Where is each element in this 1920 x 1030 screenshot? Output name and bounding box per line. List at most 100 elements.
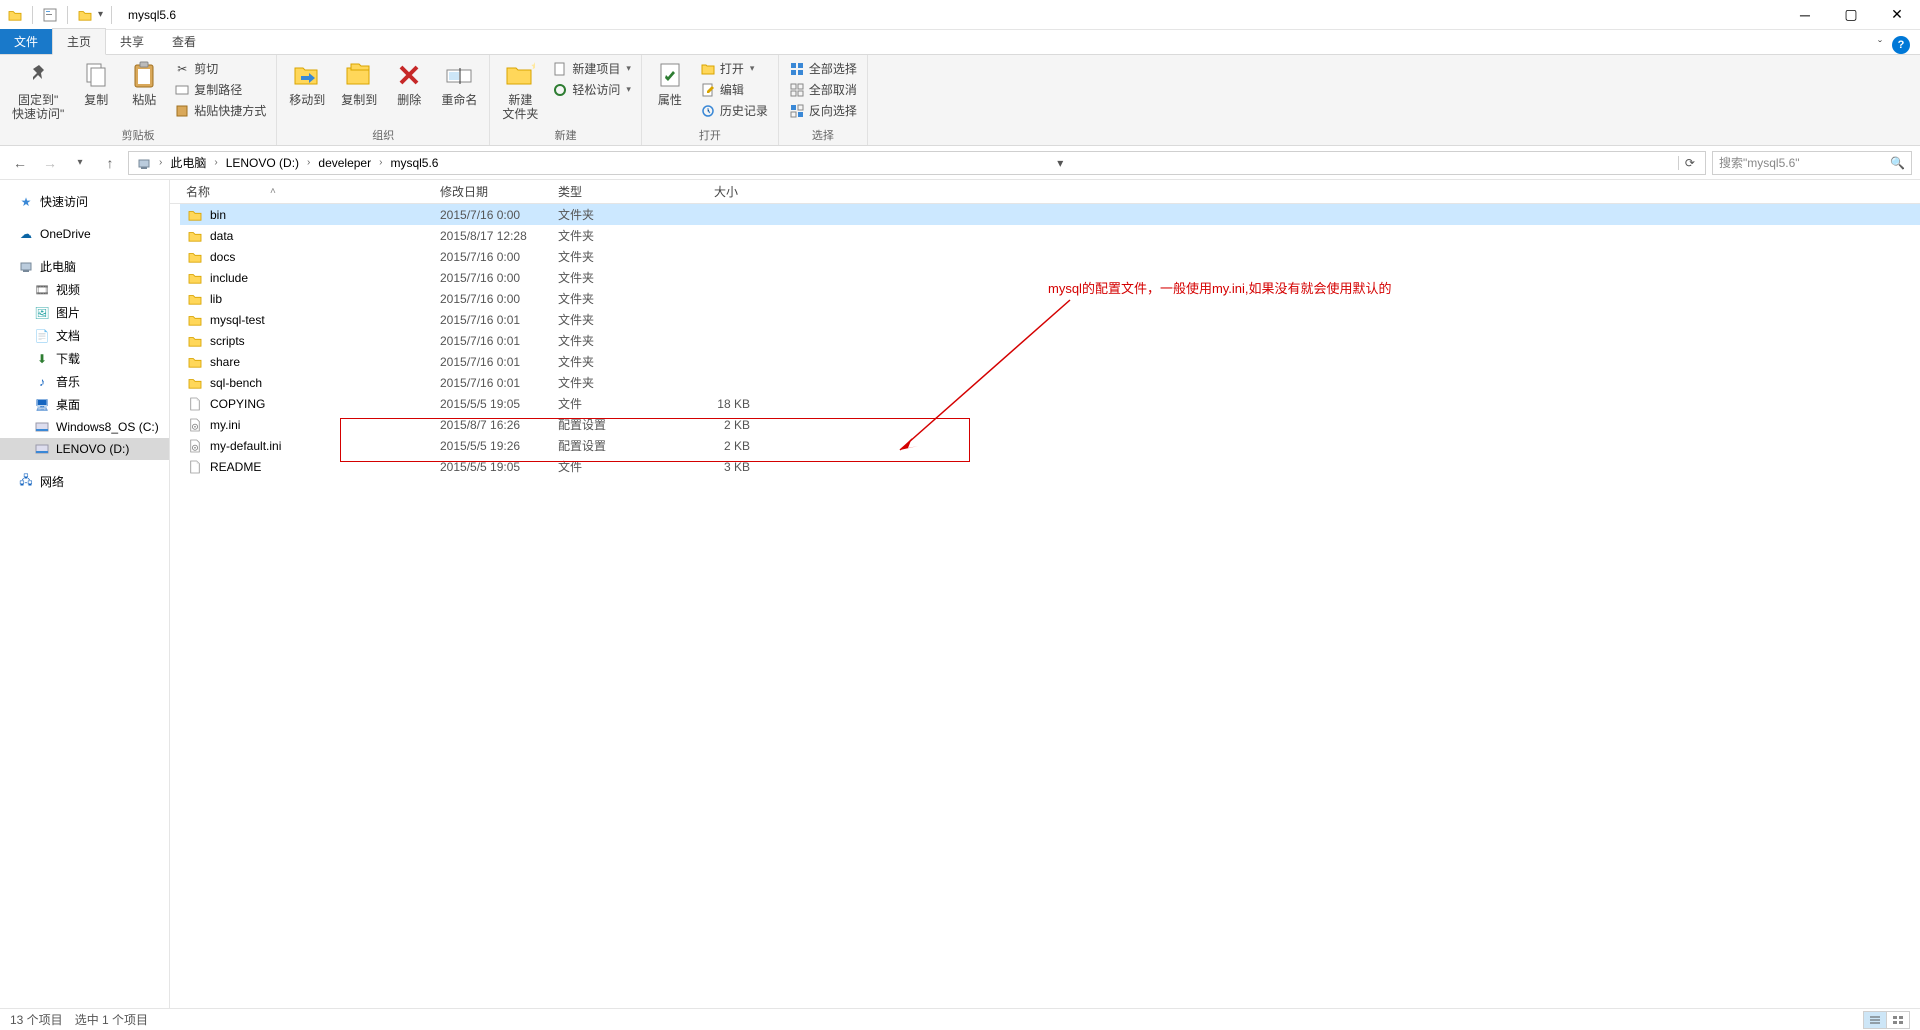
newfolder-button[interactable]: 新建 文件夹: [496, 57, 544, 124]
rename-button[interactable]: 重命名: [435, 57, 483, 109]
history-button[interactable]: 历史记录: [696, 101, 772, 120]
sidebar-network[interactable]: 🖧网络: [0, 470, 169, 493]
file-type: 配置设置: [558, 416, 670, 433]
recent-dropdown[interactable]: ▾: [68, 151, 92, 175]
file-row[interactable]: mysql-test2015/7/16 0:01文件夹: [180, 309, 1920, 330]
copy-button[interactable]: 复制: [74, 57, 118, 109]
minimize-button[interactable]: ─: [1782, 0, 1828, 30]
paste-label: 粘贴: [132, 93, 156, 107]
file-row[interactable]: scripts2015/7/16 0:01文件夹: [180, 330, 1920, 351]
file-row[interactable]: README2015/5/5 19:05文件3 KB: [180, 456, 1920, 477]
copypath-button[interactable]: 复制路径: [170, 80, 270, 99]
separator: [32, 6, 33, 24]
view-largeicons-button[interactable]: [1886, 1011, 1910, 1029]
file-row[interactable]: data2015/8/17 12:28文件夹: [180, 225, 1920, 246]
breadcrumb-seg[interactable]: LENOVO (D:): [222, 154, 303, 172]
file-size: 2 KB: [670, 439, 750, 453]
download-icon: ⬇: [34, 351, 50, 367]
sidebar-quickaccess[interactable]: ★快速访问: [0, 190, 169, 213]
search-input[interactable]: 搜索"mysql5.6" 🔍: [1712, 151, 1912, 175]
sidebar-videos[interactable]: 🎞视频: [0, 278, 169, 301]
file-date: 2015/5/5 19:05: [440, 397, 558, 411]
close-button[interactable]: ✕: [1874, 0, 1920, 30]
breadcrumb-seg[interactable]: mysql5.6: [386, 154, 442, 172]
annotation-text: mysql的配置文件，一般使用my.ini,如果没有就会使用默认的: [1048, 278, 1392, 297]
tab-share[interactable]: 共享: [106, 29, 158, 54]
help-icon[interactable]: ?: [1892, 36, 1910, 54]
open-button[interactable]: 打开▾: [696, 59, 772, 78]
pin-quickaccess-button[interactable]: 固定到" 快速访问": [6, 57, 70, 124]
sidebar-documents[interactable]: 📄文档: [0, 324, 169, 347]
file-name: bin: [210, 208, 440, 222]
file-name: docs: [210, 250, 440, 264]
sidebar-downloads[interactable]: ⬇下载: [0, 347, 169, 370]
file-row[interactable]: bin2015/7/16 0:00文件夹: [180, 204, 1920, 225]
file-row[interactable]: my.ini2015/8/7 16:26配置设置2 KB: [180, 414, 1920, 435]
sidebar-music[interactable]: ♪音乐: [0, 370, 169, 393]
delete-icon: [393, 59, 425, 91]
col-size[interactable]: 大小: [664, 183, 744, 200]
view-details-button[interactable]: [1863, 1011, 1887, 1029]
delete-button[interactable]: 删除: [387, 57, 431, 109]
breadcrumb-seg[interactable]: 此电脑: [166, 152, 210, 173]
chevron-right-icon[interactable]: ›: [157, 157, 164, 168]
properties-button[interactable]: 属性: [648, 57, 692, 109]
moveto-button[interactable]: 移动到: [283, 57, 331, 109]
breadcrumb-seg[interactable]: develeper: [314, 154, 375, 172]
chevron-right-icon[interactable]: ›: [212, 157, 219, 168]
col-date[interactable]: 修改日期: [434, 183, 552, 200]
file-row[interactable]: COPYING2015/5/5 19:05文件18 KB: [180, 393, 1920, 414]
ribbon-group-clipboard: 固定到" 快速访问" 复制 粘贴 ✂剪切 复制路径 粘贴快捷方式 剪贴板: [0, 55, 277, 145]
chevron-right-icon[interactable]: ›: [305, 157, 312, 168]
folder-icon: [186, 228, 204, 244]
sidebar-thispc[interactable]: 此电脑: [0, 255, 169, 278]
file-list: bin2015/7/16 0:00文件夹data2015/8/17 12:28文…: [170, 204, 1920, 477]
folder-icon: [186, 291, 204, 307]
sidebar-onedrive[interactable]: ☁OneDrive: [0, 223, 169, 245]
col-name[interactable]: 名称˄: [180, 183, 434, 200]
selectnone-button[interactable]: 全部取消: [785, 80, 861, 99]
sidebar-win8[interactable]: Windows8_OS (C:): [0, 416, 169, 438]
sidebar-desktop[interactable]: 🖥桌面: [0, 393, 169, 416]
forward-button[interactable]: →: [38, 151, 62, 175]
addr-root-icon[interactable]: [133, 154, 155, 172]
qat-properties-icon[interactable]: [41, 6, 59, 24]
chevron-right-icon[interactable]: ›: [377, 157, 384, 168]
easyaccess-button[interactable]: 轻松访问▾: [548, 80, 635, 99]
sidebar-pictures[interactable]: 🖼图片: [0, 301, 169, 324]
newitem-button[interactable]: 新建项目▾: [548, 59, 635, 78]
separator: [67, 6, 68, 24]
file-row[interactable]: sql-bench2015/7/16 0:01文件夹: [180, 372, 1920, 393]
tab-view[interactable]: 查看: [158, 29, 210, 54]
tab-file[interactable]: 文件: [0, 29, 52, 54]
address-bar[interactable]: › 此电脑 › LENOVO (D:) › develeper › mysql5…: [128, 151, 1706, 175]
status-count: 13 个项目: [10, 1011, 63, 1028]
qat-dropdown-icon[interactable]: ▾: [98, 9, 103, 20]
edit-button[interactable]: 编辑: [696, 80, 772, 99]
file-type: 文件: [558, 395, 670, 412]
file-size: 3 KB: [670, 460, 750, 474]
maximize-button[interactable]: ▢: [1828, 0, 1874, 30]
star-icon: ★: [18, 194, 34, 210]
sidebar-lenovo[interactable]: LENOVO (D:): [0, 438, 169, 460]
tab-home[interactable]: 主页: [52, 28, 106, 55]
file-row[interactable]: share2015/7/16 0:01文件夹: [180, 351, 1920, 372]
status-bar: 13 个项目 选中 1 个项目: [0, 1008, 1920, 1030]
pasteshortcut-button[interactable]: 粘贴快捷方式: [170, 101, 270, 120]
invert-button[interactable]: 反向选择: [785, 101, 861, 120]
copyto-button[interactable]: 复制到: [335, 57, 383, 109]
search-icon[interactable]: 🔍: [1890, 156, 1905, 170]
properties-label: 属性: [658, 93, 682, 107]
file-row[interactable]: my-default.ini2015/5/5 19:26配置设置2 KB: [180, 435, 1920, 456]
cut-button[interactable]: ✂剪切: [170, 59, 270, 78]
back-button[interactable]: ←: [8, 151, 32, 175]
paste-button[interactable]: 粘贴: [122, 57, 166, 109]
ribbon-collapse-icon[interactable]: ˇ: [1878, 38, 1882, 52]
selectall-button[interactable]: 全部选择: [785, 59, 861, 78]
file-row[interactable]: docs2015/7/16 0:00文件夹: [180, 246, 1920, 267]
up-button[interactable]: ↑: [98, 151, 122, 175]
refresh-button[interactable]: ⟳: [1678, 156, 1701, 170]
col-type[interactable]: 类型: [552, 183, 664, 200]
addr-dropdown[interactable]: ▾: [1051, 156, 1069, 170]
file-date: 2015/7/16 0:01: [440, 334, 558, 348]
